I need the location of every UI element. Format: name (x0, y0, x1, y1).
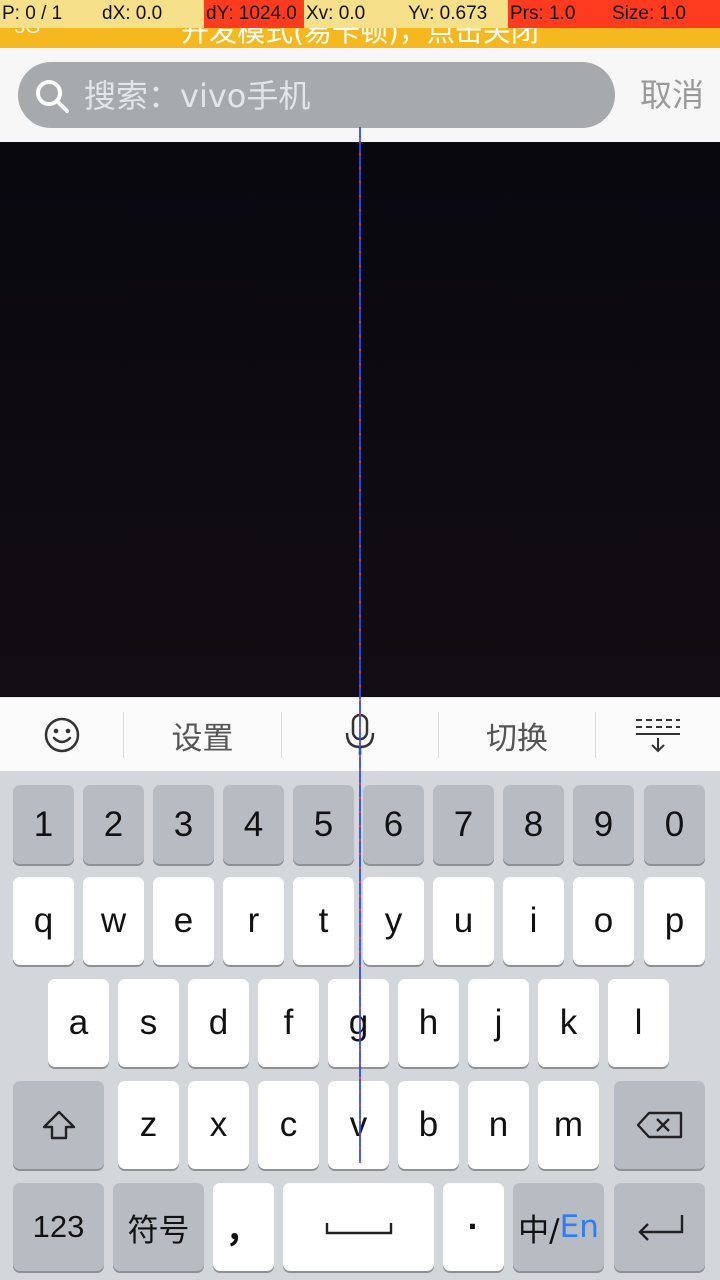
status-bar: 3G 开发模式(易卡顿)，点击关闭 P: 0 / 1 dX: 0.0 dY: 1… (0, 0, 720, 48)
search-icon (36, 80, 69, 113)
key-4[interactable]: 4 (223, 785, 284, 864)
key-b[interactable]: b (398, 1081, 459, 1169)
key-d[interactable]: d (188, 979, 249, 1067)
key-5[interactable]: 5 (293, 785, 354, 864)
key-k[interactable]: k (538, 979, 599, 1067)
backspace-key[interactable] (614, 1081, 705, 1169)
key-t[interactable]: t (293, 877, 354, 965)
overlay-yv: Yv: 0.673 (406, 0, 508, 28)
settings-label: 设置 (171, 720, 234, 757)
enter-icon (637, 1215, 683, 1241)
key-q[interactable]: q (13, 877, 74, 965)
overlay-pressure: Prs: 1.0 (508, 0, 610, 28)
key-h[interactable]: h (398, 979, 459, 1067)
language-toggle-key[interactable]: 中/En (513, 1183, 604, 1271)
key-a[interactable]: a (48, 979, 109, 1067)
key-u[interactable]: u (433, 877, 494, 965)
key-s[interactable]: s (118, 979, 179, 1067)
lang-en-label: En (559, 1209, 599, 1245)
touch-trace-line (359, 127, 361, 1163)
key-w[interactable]: w (83, 877, 144, 965)
emoji-button[interactable] (0, 698, 123, 772)
key-0[interactable]: 0 (644, 785, 705, 864)
overlay-size: Size: 1.0 (610, 0, 720, 28)
switch-label: 切换 (486, 720, 548, 757)
switch-button[interactable]: 切换 (439, 698, 595, 772)
key-r[interactable]: r (223, 877, 284, 965)
key-1[interactable]: 1 (13, 785, 74, 864)
key-x[interactable]: x (188, 1081, 249, 1169)
lang-zh-label: 中/ (518, 1212, 560, 1249)
key-f[interactable]: f (258, 979, 319, 1067)
shift-key[interactable] (13, 1081, 104, 1169)
key-y[interactable]: y (363, 877, 424, 965)
numbers-key[interactable]: 123 (13, 1183, 104, 1271)
shift-icon (42, 1110, 75, 1140)
space-bar-icon (325, 1223, 392, 1235)
space-key[interactable] (283, 1183, 434, 1271)
key-p[interactable]: p (644, 877, 705, 965)
key-z[interactable]: z (118, 1081, 179, 1169)
pointer-location-overlay: P: 0 / 1 dX: 0.0 dY: 1024.0 Xv: 0.0 Yv: … (0, 0, 720, 28)
hide-keyboard-button[interactable] (596, 698, 720, 772)
key-l[interactable]: l (608, 979, 669, 1067)
overlay-dx: dX: 0.0 (100, 0, 204, 28)
key-o[interactable]: o (573, 877, 634, 965)
key-i[interactable]: i (503, 877, 564, 965)
period-key[interactable]: · (443, 1183, 504, 1271)
overlay-pointer-count: P: 0 / 1 (0, 0, 100, 28)
backspace-icon (636, 1111, 682, 1139)
overlay-dy: dY: 1024.0 (204, 0, 304, 28)
keyboard-hide-icon (636, 719, 680, 753)
comma-key[interactable]: ， (213, 1183, 274, 1271)
key-7[interactable]: 7 (433, 785, 494, 864)
emoji-icon (44, 717, 79, 753)
key-m[interactable]: m (538, 1081, 599, 1169)
cancel-button[interactable]: 取消 (624, 62, 720, 128)
key-e[interactable]: e (153, 877, 214, 965)
key-8[interactable]: 8 (503, 785, 564, 864)
search-input[interactable] (82, 62, 606, 130)
key-6[interactable]: 6 (363, 785, 424, 864)
key-3[interactable]: 3 (153, 785, 214, 864)
settings-button[interactable]: 设置 (124, 698, 281, 772)
key-j[interactable]: j (468, 979, 529, 1067)
search-box[interactable] (18, 62, 615, 130)
key-c[interactable]: c (258, 1081, 319, 1169)
key-2[interactable]: 2 (83, 785, 144, 864)
overlay-xv: Xv: 0.0 (304, 0, 406, 28)
enter-key[interactable] (614, 1183, 705, 1271)
key-n[interactable]: n (468, 1081, 529, 1169)
symbols-key[interactable]: 符号 (113, 1183, 204, 1271)
key-9[interactable]: 9 (573, 785, 634, 864)
